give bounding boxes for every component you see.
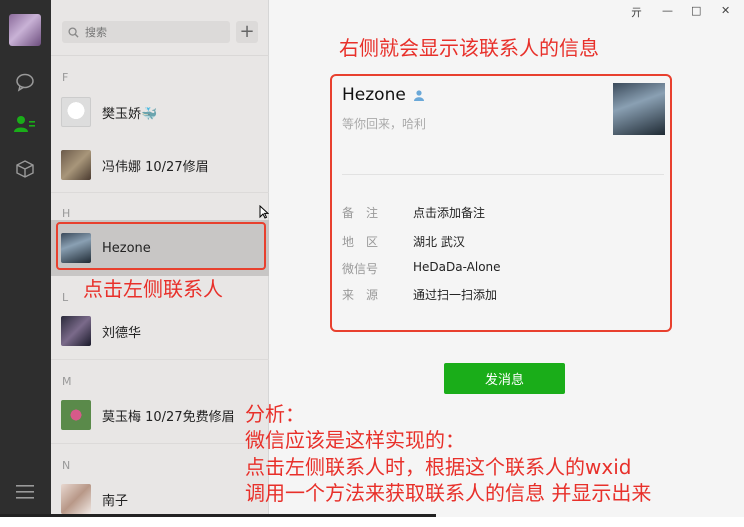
divider	[342, 174, 664, 175]
add-contact-button[interactable]: +	[236, 21, 258, 43]
region-value: 湖北 武汉	[413, 235, 465, 249]
group-letter: F	[62, 71, 69, 84]
search-box[interactable]	[62, 21, 230, 43]
avatar	[61, 400, 91, 430]
favorites-icon[interactable]	[13, 157, 37, 181]
remark-label: 备 注	[342, 206, 379, 220]
contact-name: 樊玉娇🐳	[102, 106, 158, 122]
annotation-top: 右侧就会显示该联系人的信息	[339, 36, 599, 60]
contacts-icon[interactable]	[13, 112, 37, 136]
wechat-id-value: HeDaDa-Alone	[413, 260, 501, 274]
divider	[51, 443, 269, 444]
divider	[51, 359, 269, 360]
profile-signature: 等你回来，哈利	[342, 117, 427, 131]
divider	[51, 55, 269, 56]
avatar	[61, 484, 91, 514]
annotation-analysis-line2: 微信应该是这样实现的：	[245, 428, 465, 452]
menu-icon[interactable]	[13, 480, 37, 504]
selection-highlight	[56, 222, 266, 270]
group-letter: H	[62, 207, 71, 220]
search-input[interactable]	[85, 25, 215, 39]
annotation-analysis-line3: 点击左侧联系人时，根据这个联系人的wxid	[245, 455, 632, 479]
profile-name: Hezone	[342, 85, 425, 105]
contact-item[interactable]: 莫玉梅 10/27免费修眉	[51, 387, 269, 443]
wechat-id-label: 微信号	[342, 262, 379, 276]
region-label: 地 区	[342, 235, 379, 249]
contact-item[interactable]: 南子	[51, 471, 269, 527]
contact-name: 冯伟娜 10/27修眉	[102, 159, 209, 175]
cursor-icon	[259, 205, 269, 219]
contact-item[interactable]: 刘德华	[51, 303, 269, 359]
minimize-button[interactable]: —	[662, 4, 673, 17]
remark-value[interactable]: 点击添加备注	[413, 204, 485, 221]
nav-sidebar	[0, 0, 51, 517]
contact-name: 刘德华	[102, 325, 142, 341]
source-value: 通过扫一扫添加	[413, 288, 498, 302]
contact-name: 南子	[102, 493, 129, 509]
divider	[51, 192, 269, 193]
maximize-button[interactable]: □	[691, 4, 701, 17]
pin-button[interactable]: 亓	[631, 4, 642, 20]
send-message-button[interactable]: 发消息	[444, 363, 565, 394]
avatar	[61, 150, 91, 180]
close-button[interactable]: ✕	[721, 4, 730, 17]
annotation-left: 点击左侧联系人	[83, 277, 223, 301]
avatar	[61, 97, 91, 127]
annotation-analysis-line4: 调用一个方法来获取联系人的信息 并显示出来	[245, 481, 652, 505]
my-avatar[interactable]	[9, 14, 41, 46]
profile-avatar[interactable]	[613, 83, 665, 135]
search-icon	[68, 26, 79, 38]
chat-icon[interactable]	[13, 70, 37, 94]
gender-icon	[414, 90, 425, 101]
avatar	[61, 316, 91, 346]
contact-item[interactable]: 樊玉娇🐳	[51, 84, 269, 140]
source-label: 来 源	[342, 288, 379, 302]
contact-name: 莫玉梅 10/27免费修眉	[102, 409, 235, 425]
annotation-analysis-line1: 分析：	[245, 402, 305, 426]
contact-item[interactable]: 冯伟娜 10/27修眉	[51, 137, 269, 193]
